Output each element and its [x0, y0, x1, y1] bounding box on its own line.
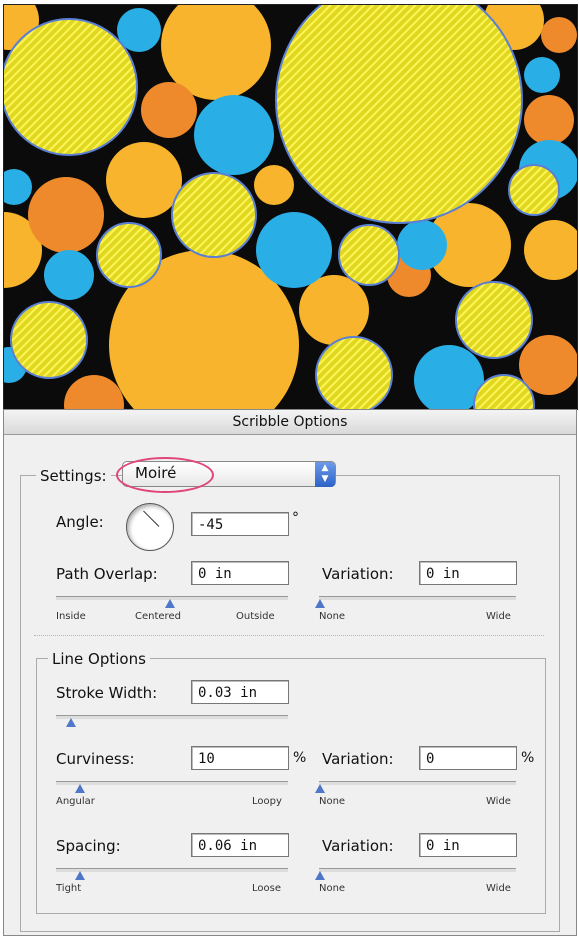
divider-dotted — [34, 635, 544, 636]
angle-label: Angle: — [56, 513, 104, 531]
highlight-ellipse — [116, 457, 214, 493]
circles-artwork — [4, 5, 577, 409]
scribble-options-dialog: Scribble Options Settings: Moiré ▲ ▼ Angl… — [3, 409, 577, 936]
artwork-preview — [3, 4, 578, 410]
stroke-width-input[interactable]: 0.03 in — [191, 680, 289, 704]
spacing-variation-label: Variation: — [322, 837, 394, 855]
spacing-variation-slider[interactable] — [319, 868, 516, 872]
curviness-variation-slider[interactable] — [319, 781, 516, 785]
spacing-value: 0.06 in — [198, 838, 258, 854]
path-variation-input[interactable]: 0 in — [419, 561, 517, 585]
spacing-slider-right-label: Loose — [252, 883, 281, 894]
curviness-label: Curviness: — [56, 750, 135, 768]
overlap-slider-right-label: Outside — [236, 611, 275, 622]
curviness-value: 10 — [198, 751, 215, 767]
path-variation-slider-thumb[interactable] — [315, 599, 325, 608]
angle-input[interactable]: -45 — [191, 512, 289, 536]
path-variation-label: Variation: — [322, 565, 394, 583]
spacing-variation-slider-right-label: Wide — [486, 883, 511, 894]
path-overlap-value: 0 in — [198, 566, 232, 582]
angle-dial[interactable] — [126, 503, 174, 551]
curviness-unit: % — [293, 750, 307, 766]
curviness-slider-right-label: Loopy — [252, 796, 282, 807]
curviness-input[interactable]: 10 — [191, 746, 289, 770]
curviness-variation-slider-left-label: None — [319, 796, 346, 807]
curviness-slider-thumb[interactable] — [75, 784, 85, 793]
dialog-title: Scribble Options — [4, 410, 576, 435]
stroke-width-slider-thumb[interactable] — [66, 718, 76, 727]
path-variation-slider-right-label: Wide — [486, 611, 511, 622]
path-overlap-label: Path Overlap: — [56, 565, 158, 583]
spacing-label: Spacing: — [56, 837, 121, 855]
spacing-slider-left-label: Tight — [56, 883, 82, 894]
settings-label: Settings: — [36, 467, 111, 485]
curviness-slider[interactable] — [56, 781, 288, 785]
overlap-slider-left-label: Inside — [56, 611, 86, 622]
spacing-slider[interactable] — [56, 868, 288, 872]
path-overlap-input[interactable]: 0 in — [191, 561, 289, 585]
curviness-variation-slider-thumb[interactable] — [315, 784, 325, 793]
angle-unit: ° — [292, 510, 299, 526]
spacing-variation-value: 0 in — [426, 838, 460, 854]
curviness-variation-slider-right-label: Wide — [486, 796, 511, 807]
spacing-input[interactable]: 0.06 in — [191, 833, 289, 857]
path-variation-slider[interactable] — [319, 596, 516, 600]
angle-dial-needle-icon — [143, 510, 160, 527]
curviness-variation-value: 0 — [426, 751, 435, 767]
spacing-slider-thumb[interactable] — [75, 871, 85, 880]
spacing-variation-slider-thumb[interactable] — [315, 871, 325, 880]
curviness-variation-label: Variation: — [322, 750, 394, 768]
spacing-variation-slider-left-label: None — [319, 883, 346, 894]
angle-input-value: -45 — [198, 517, 224, 533]
curviness-slider-left-label: Angular — [56, 796, 95, 807]
curviness-variation-input[interactable]: 0 — [419, 746, 517, 770]
overlap-slider-center-label: Centered — [135, 611, 181, 622]
path-variation-slider-left-label: None — [319, 611, 346, 622]
stroke-width-label: Stroke Width: — [56, 684, 158, 702]
dropdown-arrows-icon: ▲ ▼ — [315, 462, 335, 487]
path-overlap-slider-thumb[interactable] — [165, 599, 175, 608]
path-variation-value: 0 in — [426, 566, 460, 582]
line-options-legend: Line Options — [48, 650, 150, 668]
stroke-width-slider[interactable] — [56, 715, 288, 719]
stroke-width-value: 0.03 in — [198, 685, 258, 701]
spacing-variation-input[interactable]: 0 in — [419, 833, 517, 857]
curviness-variation-unit: % — [521, 750, 535, 766]
